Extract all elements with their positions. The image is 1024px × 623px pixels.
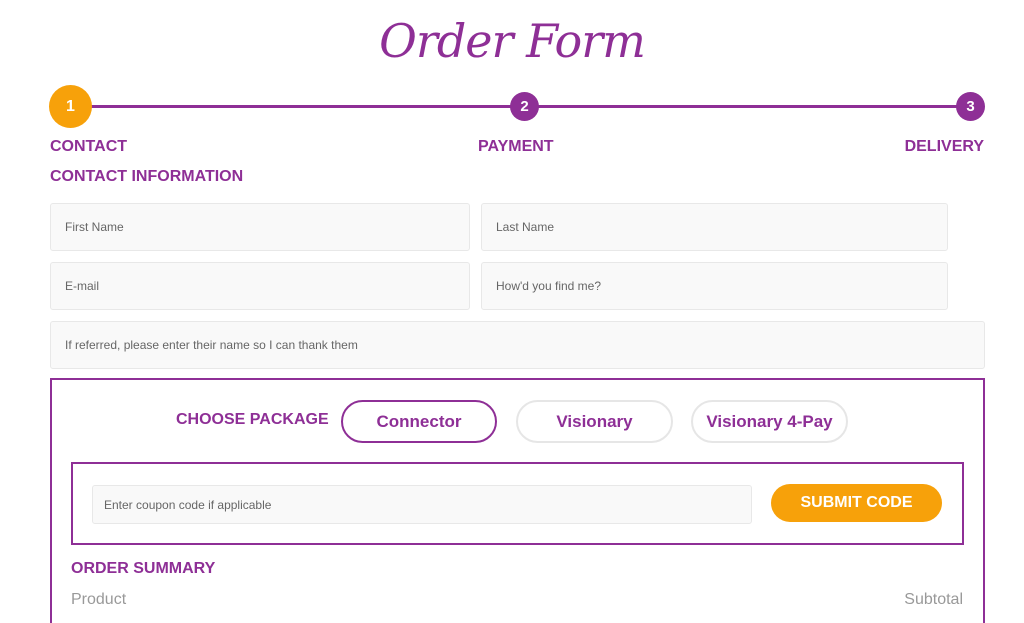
order-summary-title: ORDER SUMMARY	[71, 560, 216, 577]
last-name-input[interactable]: Last Name	[481, 203, 948, 251]
choose-package-label: CHOOSE PACKAGE	[176, 411, 329, 428]
referrer-name-input[interactable]: If referred, please enter their name so …	[50, 321, 985, 369]
first-name-input[interactable]: First Name	[50, 203, 470, 251]
step-2-label: PAYMENT	[478, 138, 554, 155]
page-title: Order Form	[379, 14, 646, 68]
product-column-header: Product	[71, 591, 127, 608]
email-input[interactable]: E-mail	[50, 262, 470, 310]
step-2-indicator[interactable]: 2	[510, 92, 539, 121]
step-1-indicator[interactable]: 1	[49, 85, 92, 128]
step-1-label: CONTACT	[50, 138, 128, 155]
package-connector-button[interactable]: Connector	[341, 400, 497, 443]
contact-section-title: CONTACT INFORMATION	[50, 168, 244, 185]
package-visionary-button[interactable]: Visionary	[516, 400, 673, 443]
subtotal-column-header: Subtotal	[904, 591, 963, 608]
coupon-code-input[interactable]: Enter coupon code if applicable	[92, 485, 752, 524]
package-visionary-4pay-button[interactable]: Visionary 4-Pay	[691, 400, 848, 443]
submit-code-button[interactable]: SUBMIT CODE	[771, 484, 942, 522]
step-3-indicator[interactable]: 3	[956, 92, 985, 121]
step-3-label: DELIVERY	[904, 138, 984, 155]
referral-source-input[interactable]: How'd you find me?	[481, 262, 948, 310]
